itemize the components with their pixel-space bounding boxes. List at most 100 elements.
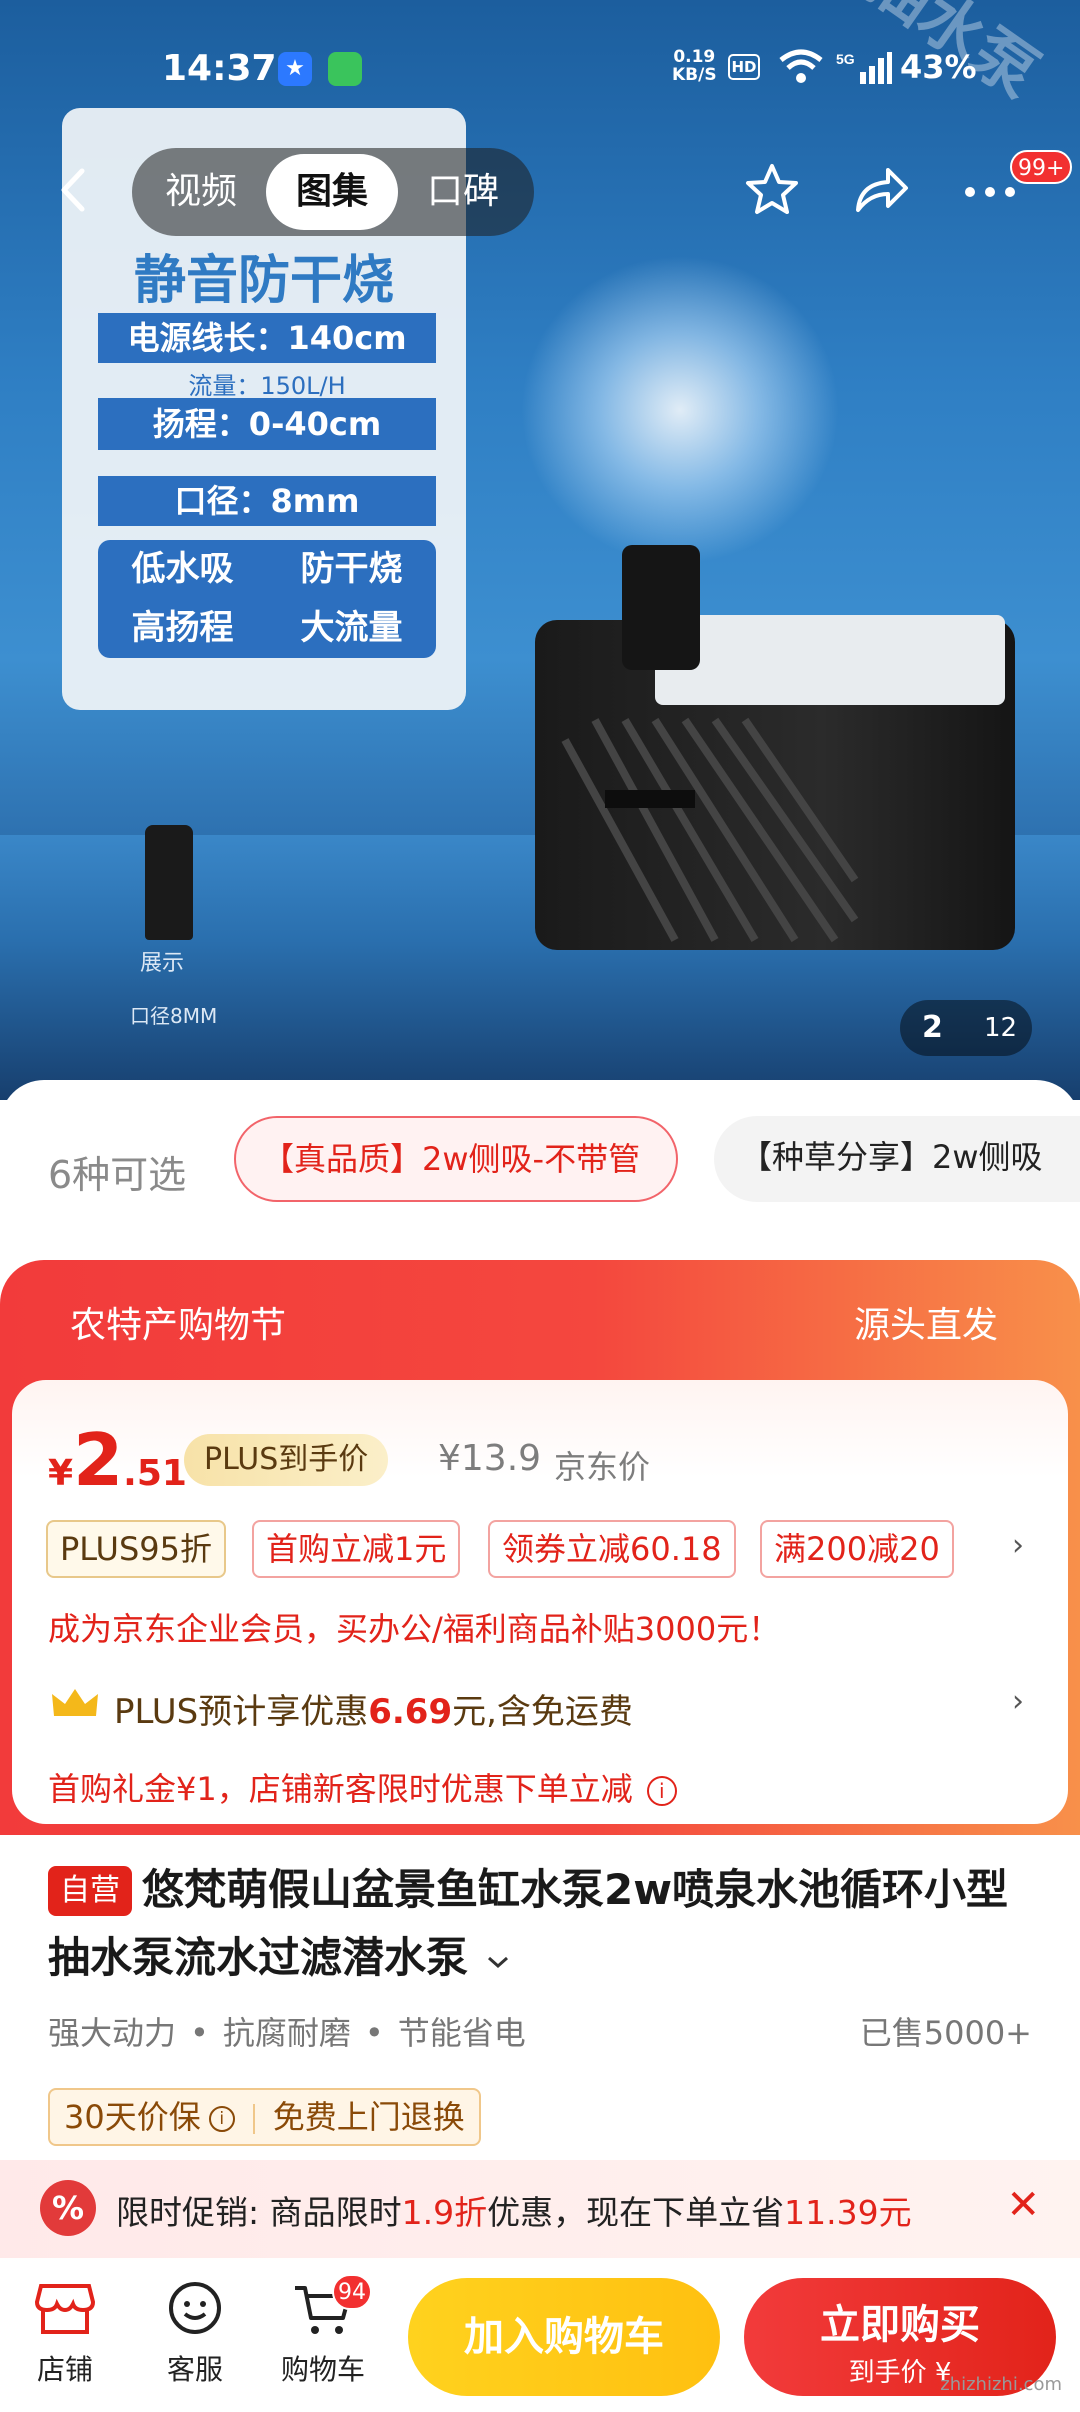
page-current: 2 [922, 1010, 943, 1045]
add-to-cart-button[interactable]: 加入购物车 [408, 2278, 720, 2396]
battery-level: 43% [900, 48, 977, 86]
net-speed-unit: KB/S [672, 65, 717, 85]
hd-icon: HD [728, 54, 760, 80]
tab-video[interactable]: 视频 [146, 148, 256, 236]
fountain-splash [520, 255, 840, 565]
original-price: ¥13.9 [438, 1438, 542, 1479]
info-icon[interactable]: i [208, 2106, 235, 2132]
customer-service-button[interactable]: 客服 [140, 2280, 250, 2388]
more-badge: 99+ [1010, 150, 1073, 184]
buy-now-label: 立即购买 [820, 2302, 980, 2348]
cart-count-badge: 94 [332, 2274, 372, 2310]
spec-title: 静音防干烧 [133, 251, 394, 311]
cart-label: 购物车 [280, 2353, 365, 2386]
price-decimal: .51 [123, 1453, 187, 1494]
media-tab-switcher: 视频 图集 口碑 [132, 148, 534, 236]
plus-price-tag: PLUS到手价 [184, 1434, 389, 1486]
star-icon[interactable] [742, 160, 802, 220]
pump-lid [655, 615, 1005, 705]
variant-selector: 6种可选 【真品质】2w侧吸-不带管 【种草分享】2w侧吸 [0, 1080, 1080, 1245]
plus-note-prefix: PLUS预计享优惠 [114, 1692, 369, 1732]
spec-feature: 高扬程 [131, 608, 234, 648]
tab-gallery[interactable]: 图集 [266, 154, 398, 230]
network-speed: 0.19 KB/S [672, 48, 717, 84]
flash-saving: 11.39元 [784, 2193, 912, 2232]
chevron-down-icon[interactable] [483, 1952, 513, 1972]
coupon-first-order[interactable]: 首购立减1元 [252, 1520, 461, 1578]
nozzle-accessory [145, 825, 193, 940]
spec-feature: 防干烧 [300, 549, 403, 589]
gift-note: 首购礼金¥1，店铺新客限时优惠下单立减 i [48, 1764, 677, 1810]
status-bar: 14:37 ★ 0.19 KB/S HD 5G 43% [0, 0, 1080, 140]
chevron-left-icon[interactable] [50, 165, 100, 215]
spec-feature: 低水吸 [131, 549, 234, 589]
store-icon [34, 2284, 96, 2334]
variant-count[interactable]: 6种可选 [48, 1144, 186, 1199]
plus-note-suffix: 元,含免运费 [452, 1692, 633, 1732]
feature-item: 强大动力 [48, 2014, 177, 2052]
info-icon[interactable]: i [646, 1776, 677, 1806]
enterprise-note[interactable]: 成为京东企业会员，买办公/福利商品补贴3000元！ [48, 1604, 780, 1650]
service-guarantee[interactable]: 30天价保 i 免费上门退换 [48, 2088, 481, 2146]
flash-sale-banner[interactable]: % 限时促销: 商品限时1.9折优惠，现在下单立省11.39元 ✕ [0, 2160, 1080, 2258]
nozzle-label: 展示 [140, 951, 185, 976]
price-card: ¥2.51 PLUS到手价 ¥13.9 京东价 PLUS95折 首购立减1元 领… [12, 1380, 1068, 1824]
free-return: 免费上门退换 [272, 2098, 465, 2136]
promo-panel: 农特产购物节 源头直发 ¥2.51 PLUS到手价 ¥13.9 京东价 PLUS… [0, 1260, 1080, 1835]
flash-prefix: 限时促销: 商品限时 [116, 2193, 402, 2232]
nozzle-size-label: 口径8MM [130, 1004, 218, 1028]
bottom-action-bar: 店铺 客服 94 购物车 加入购物车 立即购买 到手价 ¥ [0, 2258, 1080, 2412]
plus-price: ¥2.51 [48, 1418, 187, 1502]
store-button[interactable]: 店铺 [10, 2280, 120, 2388]
site-watermark: zhizhizhi.com [940, 2374, 1062, 2395]
sold-count: 已售5000+ [859, 2014, 1032, 2052]
plus-discount-note[interactable]: PLUS预计享优惠6.69元,含免运费 [114, 1684, 633, 1733]
coupon-claim[interactable]: 领券立减60.18 [488, 1520, 736, 1578]
store-label: 店铺 [36, 2353, 93, 2386]
flash-discount: 1.9折 [401, 2193, 488, 2232]
spec-feature: 大流量 [300, 608, 403, 648]
price-integer: 2 [73, 1418, 124, 1502]
spec-cable: 电源线长：140cm [98, 313, 436, 363]
spec-feature-grid: 低水吸 防干烧 高扬程 大流量 [98, 540, 436, 658]
pump-nozzle [622, 545, 700, 670]
page-total: 12 [984, 1013, 1018, 1043]
close-icon[interactable]: ✕ [1006, 2182, 1040, 2228]
variant-chip[interactable]: 【种草分享】2w侧吸 [714, 1116, 1080, 1202]
notification-app-icon: ★ [278, 52, 312, 86]
service-label: 客服 [166, 2353, 223, 2386]
image-page-counter: 2 12 [900, 1000, 1032, 1056]
crown-icon [52, 1689, 98, 1716]
chevron-right-icon[interactable]: › [1012, 1684, 1024, 1719]
promo-subtitle: 源头直发 [853, 1305, 998, 1346]
message-app-icon [328, 52, 362, 86]
signal-type: 5G [836, 51, 855, 67]
flash-sale-text: 限时促销: 商品限时1.9折优惠，现在下单立省11.39元 [116, 2186, 912, 2234]
chevron-right-icon[interactable]: › [1012, 1528, 1024, 1563]
flash-middle: 优惠，现在下单立省 [487, 2193, 785, 2232]
feature-item: 节能省电 [397, 2014, 526, 2052]
spec-diameter: 口径：8mm [98, 476, 436, 526]
price-symbol: ¥ [48, 1453, 74, 1494]
coupon-threshold[interactable]: 满200减20 [760, 1520, 954, 1578]
coupon-plus-discount[interactable]: PLUS95折 [46, 1520, 226, 1578]
share-icon[interactable] [850, 160, 910, 220]
product-title-text: 悠梵萌假山盆景鱼缸水泵2w喷泉水池循环小型抽水泵流水过滤潜水泵 [48, 1865, 1009, 1982]
cart-button[interactable]: 94 购物车 [268, 2274, 378, 2388]
plus-note-amount: 6.69 [368, 1692, 453, 1732]
price-protection: 30天价保 [64, 2098, 201, 2136]
gift-note-text: 首购礼金¥1，店铺新客限时优惠下单立减 [48, 1770, 633, 1808]
feature-item: 抗腐耐磨 [222, 2014, 351, 2052]
promo-title: 农特产购物节 [70, 1305, 287, 1346]
chat-face-icon [169, 2282, 221, 2334]
tab-reviews[interactable]: 口碑 [408, 148, 518, 236]
signal-icon: 5G [836, 51, 892, 84]
discount-icon: % [40, 2180, 96, 2236]
net-speed-value: 0.19 [673, 47, 716, 67]
feature-list: 强大动力 • 抗腐耐磨 • 节能省电 [48, 2014, 526, 2052]
wifi-icon [779, 49, 823, 83]
variant-chip-selected[interactable]: 【真品质】2w侧吸-不带管 [234, 1116, 678, 1202]
original-price-label: 京东价 [554, 1448, 651, 1486]
spec-head: 扬程：0-40cm [98, 398, 436, 450]
product-title[interactable]: 悠梵萌假山盆景鱼缸水泵2w喷泉水池循环小型抽水泵流水过滤潜水泵 [48, 1856, 1038, 1992]
